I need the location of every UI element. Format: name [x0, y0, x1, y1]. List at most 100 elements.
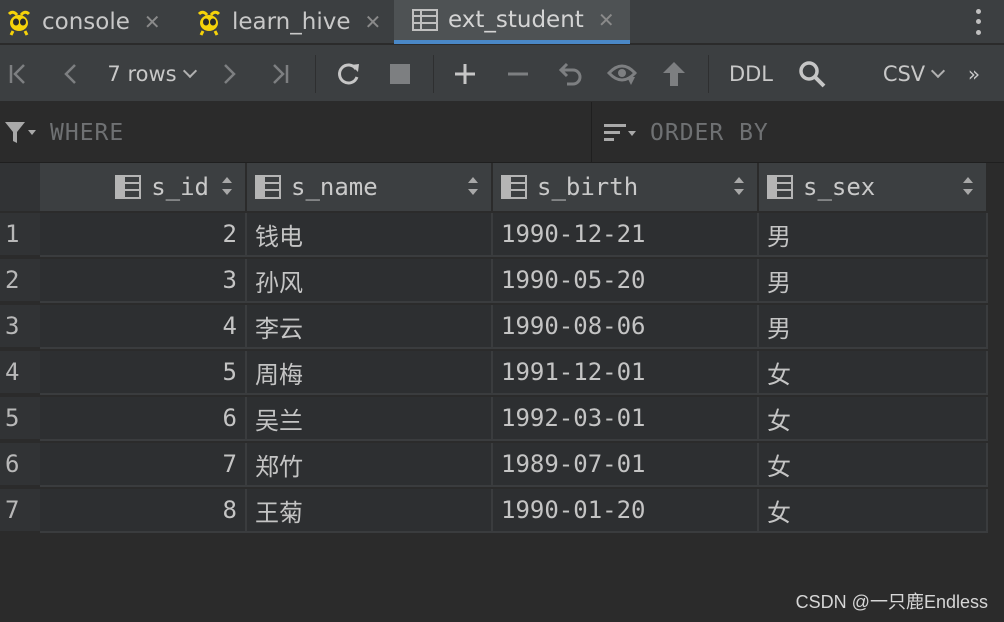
- column-name: s_birth: [537, 173, 639, 201]
- where-filter-input[interactable]: WHERE: [4, 102, 589, 163]
- cell-s-sex[interactable]: 女: [759, 397, 988, 441]
- column-name: s_sex: [803, 173, 876, 201]
- row-number[interactable]: 4: [0, 351, 40, 395]
- row-number[interactable]: 7: [0, 489, 40, 533]
- cell-s-name[interactable]: 李云: [247, 305, 493, 349]
- cell-s-sex[interactable]: 女: [759, 489, 988, 533]
- sort-arrows-icon[interactable]: [962, 175, 974, 197]
- cell-s-id[interactable]: 4: [40, 305, 247, 349]
- tab-label: console: [42, 9, 130, 35]
- cell-s-birth[interactable]: 1990-05-20: [493, 259, 759, 303]
- column-name: s_name: [291, 173, 378, 201]
- filter-icon: [4, 121, 36, 145]
- column-header-s-sex[interactable]: s_sex: [759, 163, 988, 211]
- last-page-icon[interactable]: [266, 45, 294, 102]
- cell-s-name[interactable]: 郑竹: [247, 443, 493, 487]
- refresh-icon[interactable]: [332, 45, 364, 102]
- order-by-placeholder: ORDER BY: [650, 119, 769, 146]
- tab-console[interactable]: console ✕: [4, 0, 186, 44]
- cell-s-id[interactable]: 3: [40, 259, 247, 303]
- row-number[interactable]: 5: [0, 397, 40, 441]
- cell-s-birth[interactable]: 1989-07-01: [493, 443, 759, 487]
- page-size-dropdown[interactable]: 7 rows: [104, 45, 198, 102]
- row-number[interactable]: 3: [0, 305, 40, 349]
- search-icon[interactable]: [796, 45, 828, 102]
- column-icon: [767, 175, 793, 199]
- cell-s-id[interactable]: 2: [40, 213, 247, 257]
- hive-bee-icon: [4, 7, 34, 37]
- delete-row-icon[interactable]: [504, 45, 532, 102]
- export-format-dropdown[interactable]: CSV: [878, 45, 948, 102]
- close-icon[interactable]: ✕: [365, 10, 382, 34]
- grid-corner: [0, 163, 40, 211]
- cell-s-birth[interactable]: 1990-08-06: [493, 305, 759, 349]
- chevron-down-icon: [931, 63, 946, 78]
- ddl-label: DDL: [728, 61, 774, 86]
- watermark-text: CSDN @一只鹿Endless: [795, 592, 988, 612]
- rows-count-label: 7 rows: [107, 61, 177, 86]
- next-page-icon[interactable]: [216, 45, 244, 102]
- row-number[interactable]: 2: [0, 259, 40, 303]
- order-by-input[interactable]: ORDER BY: [604, 102, 1000, 163]
- first-page-icon[interactable]: [4, 45, 32, 102]
- cell-s-id[interactable]: 5: [40, 351, 247, 395]
- cell-s-sex[interactable]: 男: [759, 305, 988, 349]
- export-format-label: CSV: [882, 61, 926, 86]
- cell-s-id[interactable]: 7: [40, 443, 247, 487]
- result-toolbar: 7 rows DDL CSV »: [0, 45, 1004, 102]
- cell-s-id[interactable]: 6: [40, 397, 247, 441]
- cell-s-birth[interactable]: 1990-01-20: [493, 489, 759, 533]
- cell-s-name[interactable]: 钱电: [247, 213, 493, 257]
- cell-s-birth[interactable]: 1992-03-01: [493, 397, 759, 441]
- close-icon[interactable]: ✕: [144, 10, 161, 34]
- column-icon: [255, 175, 281, 199]
- previous-page-icon[interactable]: [56, 45, 84, 102]
- tab-learn-hive[interactable]: learn_hive ✕: [194, 0, 390, 44]
- submit-icon[interactable]: [660, 45, 688, 102]
- tab-label: learn_hive: [232, 9, 351, 35]
- toolbar-divider: [433, 55, 434, 93]
- ddl-button[interactable]: DDL: [726, 45, 776, 102]
- cell-s-birth[interactable]: 1991-12-01: [493, 351, 759, 395]
- column-header-s-birth[interactable]: s_birth: [493, 163, 759, 211]
- sort-arrows-icon[interactable]: [467, 175, 479, 197]
- hive-bee-icon: [194, 7, 224, 37]
- more-actions-icon[interactable]: »: [960, 45, 988, 102]
- stop-icon[interactable]: [386, 45, 414, 102]
- sort-arrows-icon[interactable]: [221, 175, 233, 197]
- cell-s-name[interactable]: 吴兰: [247, 397, 493, 441]
- row-number[interactable]: 6: [0, 443, 40, 487]
- more-options-icon[interactable]: [974, 6, 982, 38]
- toolbar-divider: [708, 55, 709, 93]
- cell-s-sex[interactable]: 女: [759, 351, 988, 395]
- cell-s-birth[interactable]: 1990-12-21: [493, 213, 759, 257]
- sort-arrows-icon[interactable]: [733, 175, 745, 197]
- where-placeholder: WHERE: [50, 119, 125, 146]
- chevron-down-icon: [182, 63, 197, 78]
- cell-s-name[interactable]: 周梅: [247, 351, 493, 395]
- cell-s-sex[interactable]: 男: [759, 259, 988, 303]
- close-icon[interactable]: ✕: [598, 8, 615, 32]
- cell-s-sex[interactable]: 女: [759, 443, 988, 487]
- tab-ext-student[interactable]: ext_student ✕: [394, 0, 630, 44]
- revert-icon[interactable]: [555, 45, 585, 102]
- sort-lines-icon: [604, 122, 636, 144]
- cell-s-name[interactable]: 孙风: [247, 259, 493, 303]
- column-icon: [115, 175, 142, 199]
- tab-label: ext_student: [448, 7, 584, 33]
- column-icon: [501, 175, 527, 199]
- add-row-icon[interactable]: [450, 45, 480, 102]
- cell-s-id[interactable]: 8: [40, 489, 247, 533]
- filter-bar: WHERE ORDER BY: [0, 102, 1004, 163]
- cell-s-sex[interactable]: 男: [759, 213, 988, 257]
- editor-tab-bar: console ✕ learn_hive ✕ ext_student ✕: [0, 0, 1004, 44]
- row-number[interactable]: 1: [0, 213, 40, 257]
- cell-s-name[interactable]: 王菊: [247, 489, 493, 533]
- column-header-s-name[interactable]: s_name: [247, 163, 493, 211]
- column-name: s_id: [151, 173, 209, 201]
- view-query-icon[interactable]: [606, 45, 638, 102]
- toolbar-divider: [315, 55, 316, 93]
- column-header-s-id[interactable]: s_id: [40, 163, 247, 211]
- filter-divider: [591, 102, 592, 163]
- table-icon: [410, 5, 440, 35]
